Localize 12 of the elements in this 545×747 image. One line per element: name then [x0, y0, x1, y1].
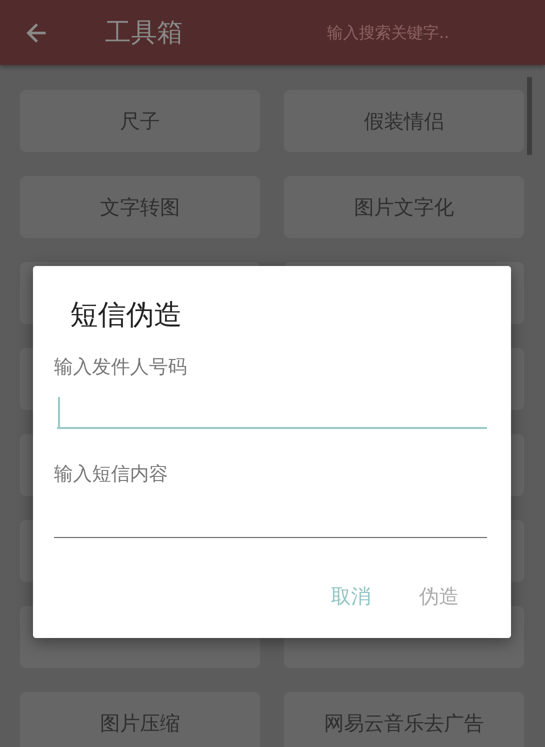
tool-button[interactable]: 尺子 — [20, 90, 260, 152]
toolbar-title: 工具箱 — [105, 17, 184, 50]
tool-button[interactable]: 文字转图 — [20, 176, 260, 238]
tool-button[interactable]: 假装情侣 — [284, 90, 524, 152]
search-field[interactable]: 输入搜索关键字.. — [325, 22, 489, 43]
dialog-button[interactable]: 取消 — [325, 576, 377, 616]
input-field[interactable]: 输入短信内容 — [54, 462, 487, 538]
dialog-title: 短信伪造 — [70, 297, 183, 333]
tool-button[interactable]: 网易云音乐去广告 — [284, 692, 524, 747]
tool-button[interactable]: 图片压缩 — [20, 692, 260, 747]
field-label: 输入发件人号码 — [54, 355, 188, 379]
tool-button[interactable]: 图片文字化 — [284, 176, 524, 238]
